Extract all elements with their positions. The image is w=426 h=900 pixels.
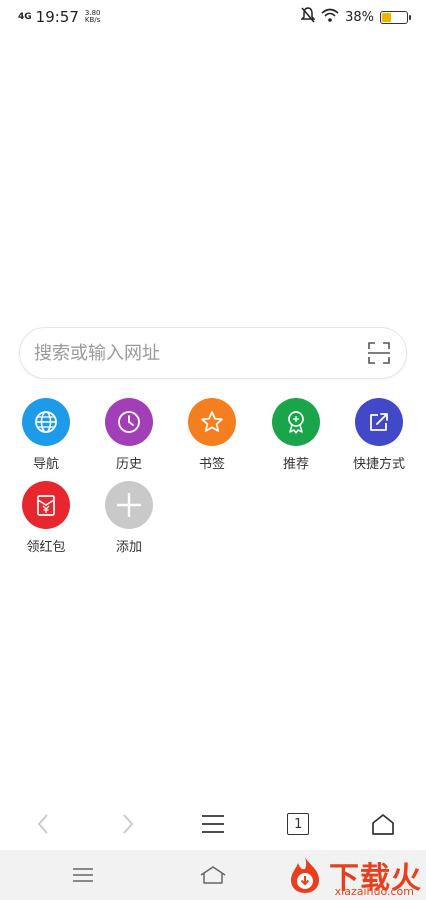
shortcut-circle	[105, 481, 153, 529]
share-icon	[370, 413, 388, 431]
red-packet-icon	[37, 495, 55, 516]
scan-icon[interactable]	[366, 340, 392, 366]
search-input[interactable]	[34, 342, 366, 364]
shortcut-red-packet[interactable]: 领红包	[6, 481, 86, 555]
shortcut-recommend[interactable]: 推荐	[256, 398, 336, 472]
wifi-icon	[321, 8, 339, 26]
globe-icon	[35, 411, 57, 433]
plus-icon	[117, 493, 141, 517]
system-menu-icon	[73, 868, 93, 882]
system-home-icon	[200, 866, 226, 884]
tab-count: 1	[294, 816, 303, 832]
shortcut-label: 快捷方式	[352, 457, 405, 472]
browser-toolbar: 1	[0, 800, 426, 848]
watermark: 下载火 xiazaihuo.com	[285, 850, 422, 900]
home-icon	[372, 814, 395, 835]
status-bar: 4G 19:57 3.80 KB/s 38%	[0, 0, 426, 34]
shortcut-label: 领红包	[26, 540, 66, 555]
menu-icon	[202, 815, 224, 833]
home-button[interactable]	[341, 800, 426, 848]
forward-button[interactable]	[85, 800, 170, 848]
system-home-button[interactable]	[148, 850, 278, 900]
shortcut-circle	[272, 398, 320, 446]
battery-percent: 38%	[345, 9, 374, 25]
star-icon	[201, 411, 223, 432]
battery-icon	[380, 10, 411, 24]
do-not-disturb-icon	[300, 7, 316, 27]
shortcut-circle	[188, 398, 236, 446]
battery-level	[382, 12, 392, 22]
menu-button[interactable]	[170, 800, 255, 848]
system-menu-button[interactable]	[18, 850, 148, 900]
network-type: 4G	[18, 11, 32, 22]
shortcut-circle	[22, 398, 70, 446]
shortcut-circle	[355, 398, 403, 446]
shortcut-history[interactable]: 历史	[89, 398, 169, 472]
network-speed: 3.80 KB/s	[85, 10, 101, 24]
chevron-right-icon	[123, 814, 134, 834]
speed-unit: KB/s	[84, 16, 101, 24]
shortcut-label: 导航	[32, 457, 59, 472]
tabs-icon: 1	[287, 813, 310, 835]
shortcut-add[interactable]: 添加	[89, 481, 169, 555]
tabs-button[interactable]: 1	[256, 800, 341, 848]
back-button[interactable]	[0, 800, 85, 848]
flame-logo-icon	[291, 857, 319, 893]
shortcut-circle	[22, 481, 70, 529]
shortcut-circle	[105, 398, 153, 446]
shortcut-bookmarks[interactable]: 书签	[172, 398, 252, 472]
search-bar[interactable]	[19, 327, 407, 379]
badge-icon	[288, 411, 304, 434]
clock-icon	[118, 411, 140, 433]
shortcut-label: 推荐	[282, 457, 309, 472]
clock: 19:57	[35, 8, 79, 26]
status-right: 38%	[300, 7, 411, 27]
watermark-url: xiazaihuo.com	[334, 885, 414, 898]
shortcut-quick-access[interactable]: 快捷方式	[339, 398, 419, 472]
shortcut-label: 书签	[198, 457, 225, 472]
chevron-left-icon	[37, 814, 48, 834]
system-nav-bar: 下载火 xiazaihuo.com	[0, 850, 426, 900]
shortcut-label: 添加	[115, 540, 142, 555]
shortcut-navigation[interactable]: 导航	[6, 398, 86, 472]
shortcut-label: 历史	[115, 457, 142, 472]
status-left: 4G 19:57 3.80 KB/s	[18, 8, 100, 26]
